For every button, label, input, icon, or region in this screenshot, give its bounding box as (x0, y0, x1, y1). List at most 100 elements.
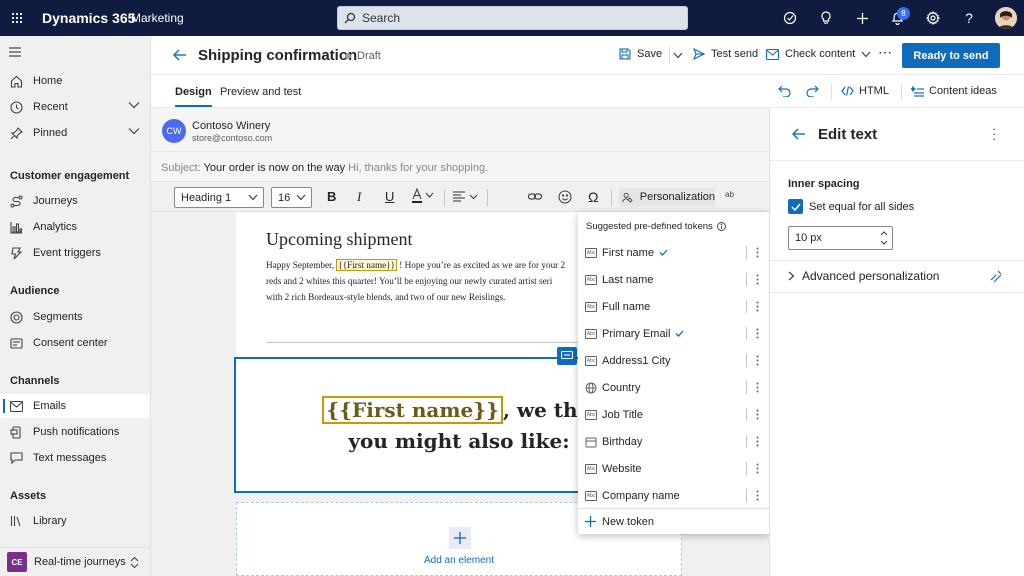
chevron-down-icon[interactable] (128, 127, 140, 135)
nav-item-event-triggers[interactable]: Event triggers (0, 241, 150, 265)
italic-icon[interactable]: I (357, 189, 361, 205)
more-vertical-icon[interactable] (756, 274, 759, 285)
email-heading[interactable]: Upcoming shipment (266, 229, 413, 250)
more-vertical-icon[interactable] (756, 436, 759, 447)
font-color-icon[interactable] (411, 188, 435, 204)
more-options-icon[interactable]: · · · (992, 122, 996, 145)
add-element-label[interactable]: Add an element (237, 555, 681, 566)
info-icon[interactable] (716, 222, 726, 231)
nav-item-pinned[interactable]: Pinned (0, 121, 150, 145)
link-icon[interactable] (528, 191, 542, 202)
plus-icon[interactable] (852, 0, 872, 36)
nav-item-segments[interactable]: Segments (0, 305, 150, 329)
token-item[interactable]: Abc Address1 City (578, 347, 769, 374)
align-icon[interactable] (452, 191, 480, 202)
token-item[interactable]: Birthday (578, 428, 769, 455)
emoji-icon[interactable] (558, 190, 572, 204)
more-vertical-icon[interactable] (756, 247, 759, 258)
html-button[interactable]: HTML (841, 85, 889, 97)
more-vertical-icon[interactable] (756, 301, 759, 312)
check-content-button[interactable]: Check content (766, 48, 877, 60)
nav-item-text-messages[interactable]: Text messages (0, 446, 150, 470)
subject-line[interactable]: Subject: Your order is now on the way Hi… (151, 153, 769, 182)
add-icon[interactable] (449, 527, 471, 549)
more-options-icon[interactable]: ⋯ (878, 44, 892, 61)
tab-design[interactable]: Design (175, 86, 212, 107)
bold-icon[interactable]: B (327, 189, 336, 204)
personalization-link-icon[interactable] (989, 270, 1003, 282)
token-item[interactable]: Abc First name (578, 239, 769, 266)
lightbulb-icon[interactable] (816, 0, 836, 36)
help-icon[interactable]: ? (959, 0, 979, 36)
ready-to-send-button[interactable]: Ready to send (902, 43, 1000, 68)
search-input[interactable]: Search (337, 6, 688, 30)
set-equal-label[interactable]: Set equal for all sides (809, 201, 914, 213)
stepper-arrows-icon[interactable] (880, 230, 888, 246)
token-label: First name (602, 246, 654, 259)
area-name: Marketing (131, 11, 184, 25)
nav-item-analytics[interactable]: Analytics (0, 215, 150, 239)
first-name-token-large[interactable]: {{First name}} (322, 396, 503, 424)
nav-item-library[interactable]: Library (0, 509, 150, 533)
back-arrow-icon[interactable] (173, 49, 187, 61)
nav-item-push-notifications[interactable]: Push notifications (0, 420, 150, 444)
pin-icon (9, 126, 23, 140)
nav-item-home[interactable]: Home (0, 69, 150, 93)
nav-item-consent-center[interactable]: Consent center (0, 331, 150, 355)
more-vertical-icon[interactable] (756, 463, 759, 474)
app-launcher-icon[interactable] (0, 0, 34, 36)
save-button[interactable]: Save (619, 48, 662, 60)
token-item[interactable]: Abc Primary Email (578, 320, 769, 347)
top-bar: Dynamics 365 Marketing Search 8 ? (0, 0, 1024, 36)
status-badge: Draft (357, 50, 381, 62)
more-vertical-icon[interactable] (756, 328, 759, 339)
first-name-token[interactable]: {{First name}} (336, 259, 397, 271)
task-check-icon[interactable] (780, 0, 800, 36)
user-avatar[interactable] (995, 7, 1017, 29)
gear-icon[interactable] (923, 0, 943, 36)
more-vertical-icon[interactable] (756, 490, 759, 501)
sender-info[interactable]: CW Contoso Winery store@contoso.com (151, 108, 769, 152)
token-label: Full name (602, 300, 651, 313)
save-label: Save (637, 48, 663, 60)
tab-preview[interactable]: Preview and test (220, 86, 301, 98)
token-item[interactable]: Abc Job Title (578, 401, 769, 428)
more-vertical-icon[interactable] (756, 355, 759, 366)
personalization-button[interactable]: Personalization (619, 188, 715, 206)
content-ideas-button[interactable]: Content ideas (911, 85, 997, 97)
underline-icon[interactable]: U (385, 189, 394, 204)
nav-item-journeys[interactable]: Journeys (0, 189, 150, 213)
text-style-dropdown[interactable]: Heading 1 (174, 187, 264, 208)
chevron-down-icon[interactable] (673, 52, 683, 59)
advanced-personalization-toggle[interactable]: Advanced personalization (788, 269, 939, 283)
updown-chevron-icon (130, 556, 139, 569)
spellcheck-icon[interactable]: ab (725, 190, 734, 199)
nav-label: Event triggers (33, 247, 101, 259)
nav-item-emails[interactable]: Emails (0, 394, 150, 418)
font-size-dropdown[interactable]: 16 (271, 187, 312, 208)
set-equal-checkbox[interactable] (788, 199, 803, 214)
divider (831, 83, 832, 100)
block-handle-icon[interactable] (557, 347, 577, 365)
token-item[interactable]: Abc Website (578, 455, 769, 482)
redo-icon[interactable] (806, 85, 819, 97)
chevron-down-icon[interactable] (128, 101, 140, 109)
more-vertical-icon[interactable] (756, 409, 759, 420)
area-switcher[interactable]: CE Real-time journeys (0, 547, 150, 576)
nav-item-recent[interactable]: Recent (0, 95, 150, 119)
new-token-button[interactable]: New token (578, 508, 769, 534)
app-name[interactable]: Dynamics 365 (42, 0, 135, 36)
token-item[interactable]: Abc Full name (578, 293, 769, 320)
special-character-icon[interactable]: Ω (588, 189, 598, 205)
more-vertical-icon[interactable] (756, 382, 759, 393)
chevron-down-icon (861, 51, 871, 57)
spacing-input[interactable]: 10 px (788, 226, 893, 250)
token-item[interactable]: Country (578, 374, 769, 401)
hamburger-menu-icon[interactable] (0, 40, 150, 64)
test-send-button[interactable]: Test send (693, 48, 758, 60)
back-arrow-icon[interactable] (792, 128, 806, 140)
token-item[interactable]: Abc Last name (578, 266, 769, 293)
token-item[interactable]: Abc Company name (578, 482, 769, 509)
chevron-right-icon (788, 271, 795, 281)
undo-icon[interactable] (778, 85, 791, 97)
